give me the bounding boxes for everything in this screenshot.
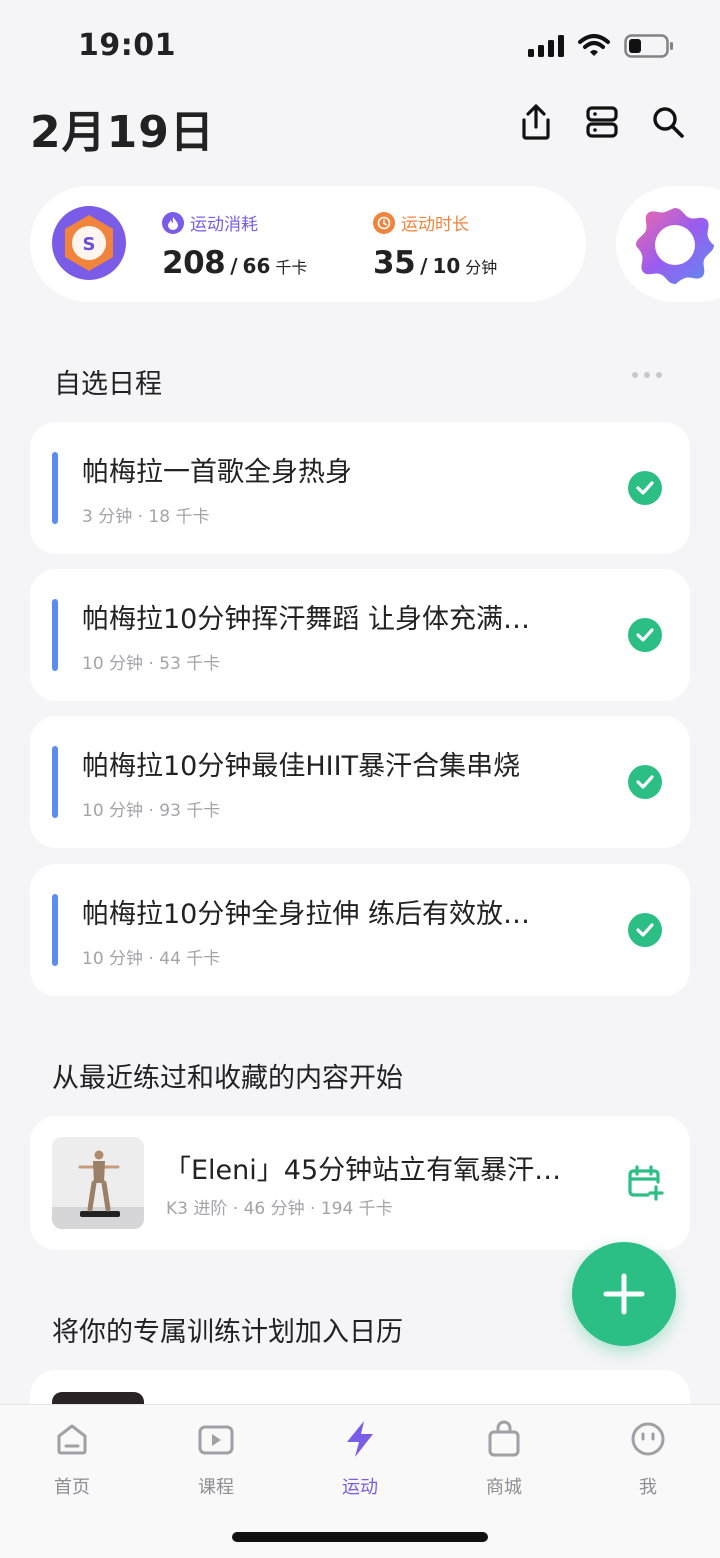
calorie-unit: 千卡 [275, 258, 308, 277]
schedule-item-meta: 10 分钟 · 44 千卡 [82, 949, 221, 969]
bolt-icon [340, 1419, 380, 1459]
activity-summary-card[interactable]: S 运动消耗 208 / 66 千卡 运动时长 35 / 10 分钟 [30, 186, 586, 302]
calorie-value: 208 [162, 245, 226, 281]
schedule-item[interactable]: 帕梅拉10分钟全身拉伸 练后有效放… 10 分钟 · 44 千卡 [30, 864, 690, 996]
completed-check-icon[interactable] [628, 765, 662, 799]
tab-courses[interactable]: 课程 [166, 1419, 266, 1499]
plus-icon [603, 1273, 645, 1315]
schedule-item[interactable]: 帕梅拉一首歌全身热身 3 分钟 · 18 千卡 [30, 422, 690, 554]
achievement-card[interactable] [616, 186, 720, 302]
signal-icon [528, 35, 564, 57]
status-time: 19:01 [78, 28, 176, 63]
schedule-item-title: 帕梅拉一首歌全身热身 [82, 457, 352, 488]
duration-unit: 分钟 [465, 258, 498, 277]
add-to-calendar-icon[interactable] [626, 1164, 664, 1206]
page-title: 2月19日 [30, 107, 215, 158]
recent-course-title: 「Eleni」45分钟站立有氧暴汗… [164, 1155, 562, 1186]
schedule-item-title: 帕梅拉10分钟挥汗舞蹈 让身体充满… [82, 604, 530, 635]
clock-icon [373, 211, 395, 234]
home-indicator [232, 1532, 488, 1542]
schedule-item-title: 帕梅拉10分钟全身拉伸 练后有效放… [82, 899, 530, 930]
duration-label: 运动时长 [401, 215, 469, 235]
svg-text:S: S [83, 234, 96, 255]
duration-goal: 10 [432, 254, 461, 278]
schedule-item[interactable]: 帕梅拉10分钟挥汗舞蹈 让身体充满… 10 分钟 · 53 千卡 [30, 569, 690, 701]
face-icon [628, 1419, 668, 1459]
calorie-stat: 运动消耗 208 / 66 千卡 [162, 210, 307, 281]
play-icon [196, 1419, 236, 1459]
schedule-item-title: 帕梅拉10分钟最佳HIIT暴汗合集串烧 [82, 751, 521, 782]
level-badge: S [52, 206, 126, 280]
status-icons [528, 34, 674, 58]
bag-icon [484, 1419, 524, 1459]
schedule-item-meta: 10 分钟 · 93 千卡 [82, 801, 221, 821]
completed-check-icon[interactable] [628, 913, 662, 947]
more-options-icon[interactable] [632, 372, 662, 378]
schedule-item[interactable]: 帕梅拉10分钟最佳HIIT暴汗合集串烧 10 分钟 · 93 千卡 [30, 716, 690, 848]
add-fab-button[interactable] [572, 1242, 676, 1346]
layout-toggle-icon[interactable] [582, 102, 622, 142]
flame-icon [162, 211, 184, 234]
search-icon[interactable] [648, 102, 688, 142]
recent-course-card[interactable]: 「Eleni」45分钟站立有氧暴汗… K3 进阶 · 46 分钟 · 194 千… [30, 1116, 690, 1250]
course-thumbnail [52, 1137, 144, 1229]
schedule-section-title: 自选日程 [54, 369, 162, 400]
schedule-item-meta: 10 分钟 · 53 千卡 [82, 654, 221, 674]
battery-icon [624, 34, 673, 58]
wifi-icon [578, 34, 610, 56]
tab-home[interactable]: 首页 [22, 1419, 122, 1499]
recent-course-meta: K3 进阶 · 46 分钟 · 194 千卡 [166, 1199, 393, 1219]
calorie-label: 运动消耗 [190, 215, 258, 235]
completed-check-icon[interactable] [628, 471, 662, 505]
achievement-flower-icon [636, 208, 714, 284]
share-icon[interactable] [516, 102, 556, 142]
recent-section-title: 从最近练过和收藏的内容开始 [52, 1063, 403, 1094]
duration-value: 35 [373, 245, 416, 281]
completed-check-icon[interactable] [628, 618, 662, 652]
schedule-item-meta: 3 分钟 · 18 千卡 [82, 507, 210, 527]
page-header: 2月19日 [0, 90, 720, 160]
tab-workout[interactable]: 运动 [310, 1419, 410, 1499]
tab-store[interactable]: 商城 [454, 1419, 554, 1499]
plan-section-title: 将你的专属训练计划加入日历 [52, 1317, 403, 1348]
status-bar: 19:01 [0, 0, 720, 90]
duration-stat: 运动时长 35 / 10 分钟 [373, 210, 497, 281]
tab-profile[interactable]: 我 [598, 1419, 698, 1499]
calorie-goal: 66 [242, 254, 271, 278]
home-icon [52, 1419, 92, 1459]
